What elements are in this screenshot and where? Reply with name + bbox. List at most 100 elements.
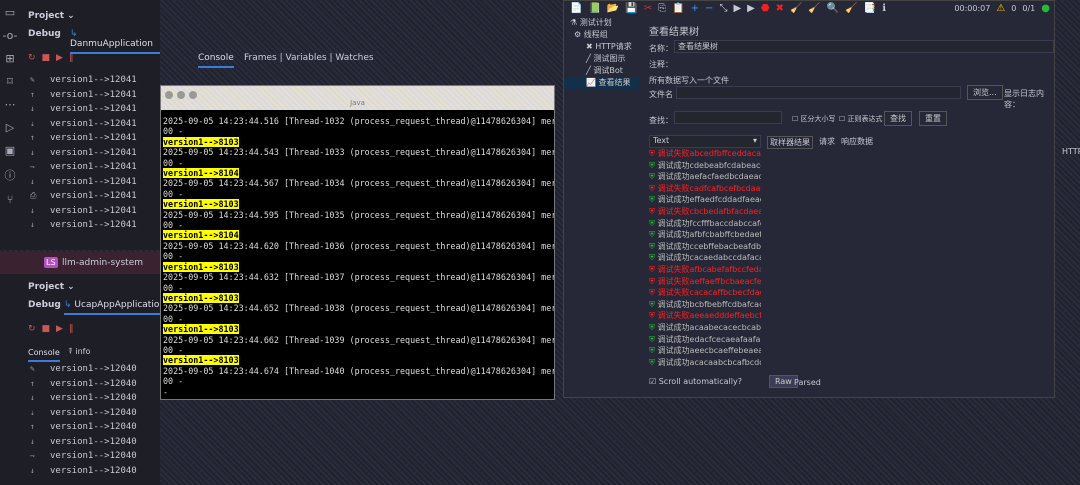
new-icon[interactable]: 📄: [570, 3, 582, 14]
stop-icon[interactable]: ⬣: [761, 3, 770, 14]
result-item[interactable]: ⛨ 调试成功aefacfaedbcdaeadbe: [649, 171, 761, 183]
clear-all-icon[interactable]: 🧹: [808, 3, 820, 14]
cut-icon[interactable]: ✂: [644, 3, 652, 14]
paste-icon[interactable]: 📋: [672, 3, 684, 14]
result-item[interactable]: ⛨ 调试失败cacacaffbcbecfdacdb: [649, 287, 761, 299]
regex-checkbox[interactable]: ☐ 正则表达式: [839, 114, 883, 124]
success-shield-icon: ⛨: [649, 172, 658, 182]
folder-icon[interactable]: ▭: [5, 6, 15, 19]
tab-frames-variables-watches[interactable]: Frames | Variables | Watches: [244, 53, 374, 63]
console-line: ↓ version1-->12041: [0, 102, 160, 117]
checkbox-label: Scroll automatically?: [658, 377, 742, 386]
tab-danmu-application[interactable]: ↳ DanmuApplication: [70, 29, 160, 54]
line-text: version1-->12041: [50, 118, 137, 129]
debug-toolbar[interactable]: ↻■▶‖: [28, 324, 79, 334]
failure-shield-icon: ⛨: [649, 264, 658, 274]
search-field[interactable]: [674, 111, 782, 124]
structure-icon[interactable]: ⊞: [5, 52, 14, 65]
result-item[interactable]: ⛨ 调试成功acacaabcbcafbcdcdcd: [649, 357, 761, 369]
reset-button[interactable]: 重置: [919, 111, 947, 126]
result-item[interactable]: ⛨ 调试失败cadfcafbcefbcdaacef: [649, 183, 761, 195]
result-tab[interactable]: 取样器结果: [767, 136, 813, 149]
renderer-select[interactable]: Text ▾: [649, 135, 761, 148]
result-item[interactable]: ⛨ 调试失败aeffaeffbcbaeacfecae: [649, 276, 761, 288]
log-line: 2025-09-05 14:23:44.662 [Thread-1039 (pr…: [163, 334, 554, 345]
version-highlight: version1-->8104: [163, 168, 239, 179]
version-highlight: version1-->8103: [163, 261, 239, 272]
failure-shield-icon: ⛨: [649, 149, 658, 158]
expand-icon[interactable]: +: [691, 3, 699, 14]
name-field[interactable]: 查看结果树: [674, 40, 1054, 53]
result-item[interactable]: ⛨ 调试成功cdebeabfcdabeacdce: [649, 160, 761, 172]
result-item[interactable]: ⛨ 调试成功bcbfbebffcdbafcacab: [649, 299, 761, 311]
start-icon[interactable]: ▶: [733, 3, 741, 14]
reset-search-icon[interactable]: 🧹: [845, 3, 857, 14]
clear-icon[interactable]: 🧹: [790, 3, 802, 14]
case-sensitive-checkbox[interactable]: ☐ 区分大小写: [792, 114, 836, 124]
run-config-icon: ↳: [64, 300, 75, 310]
line-text: version1-->12041: [50, 133, 137, 143]
function-helper-icon[interactable]: 📑: [864, 3, 876, 14]
result-item[interactable]: ⛨ 调试失败afbcabefafbccfedacae: [649, 264, 761, 276]
tree-node[interactable]: 📈 查看结果: [564, 77, 639, 89]
result-item[interactable]: ⛨ 调试成功acaabecacecbcabcae: [649, 322, 761, 334]
run-config-icon: ↳: [70, 29, 78, 39]
result-item[interactable]: ⛨ 调试成功ccebffebacbeafdbccaf: [649, 241, 761, 253]
scroll-automatically-checkbox[interactable]: ☑ Scroll automatically?: [649, 377, 742, 386]
result-item[interactable]: ⛨ 调试成功effaedfcddadfaeaefc: [649, 194, 761, 206]
save-icon[interactable]: 💾: [625, 3, 637, 14]
project-switcher[interactable]: llm-admin-system: [62, 258, 143, 268]
tree-node[interactable]: ⚗ 测试计划: [564, 17, 639, 29]
parsed-tab[interactable]: Parsed: [794, 378, 821, 387]
console-output: 2025-09-05 14:23:44.516 [Thread-1032 (pr…: [161, 110, 554, 403]
result-item[interactable]: ⛨ 调试失败abcedfbffceddacad: [649, 148, 761, 160]
result-item[interactable]: ⛨ 调试成功cacaedabccdafacacfe: [649, 252, 761, 264]
log-line: 2025-09-05 14:23:44.543 [Thread-1033 (pr…: [163, 147, 554, 158]
test-plan-tree: ⚗ 测试计划 ⚙ 线程组 ✖ HTTP请求 ╱ 测试图示 ╱ 调试Bot 📈 查看结果: [564, 17, 639, 89]
open-icon[interactable]: 📂: [607, 3, 619, 14]
result-item[interactable]: ⛨ 调试成功edacfcecaeafaafaaafc: [649, 334, 761, 346]
zoom-button[interactable]: [189, 91, 197, 99]
search-icon[interactable]: 🔍: [827, 3, 839, 14]
project-menu[interactable]: Project ⌄: [28, 282, 75, 292]
close-button[interactable]: [165, 91, 173, 99]
collapse-icon[interactable]: −: [705, 3, 713, 14]
elapsed-timer: 00:00:07: [954, 3, 991, 13]
result-label: 调试成功bcbfbebffcdbafcacab: [657, 299, 761, 309]
result-item[interactable]: ⛨ 调试成功aeecbcaeffebeaeadcf: [649, 345, 761, 357]
start-no-pause-icon[interactable]: ▶: [747, 3, 755, 14]
browse-button[interactable]: 浏览...: [967, 85, 1003, 100]
result-item[interactable]: ⛨ 调试成功fccfffbaccdabccafca: [649, 218, 761, 230]
tree-node[interactable]: ✖ HTTP请求: [564, 41, 639, 53]
tree-node[interactable]: ╱ 测试图示: [564, 53, 639, 65]
shutdown-icon[interactable]: ✖: [776, 3, 784, 14]
tab-console[interactable]: Console: [28, 348, 60, 362]
line-text: version1-->12040: [50, 422, 137, 432]
toggle-icon[interactable]: ⤡: [719, 3, 727, 14]
result-label: 调试失败abcedfbffceddacad: [657, 149, 761, 158]
help-icon[interactable]: ℹ: [882, 3, 886, 14]
search-button[interactable]: 查找: [884, 111, 912, 126]
copy-icon[interactable]: ⎘: [658, 3, 666, 14]
templates-icon[interactable]: 📗: [588, 3, 600, 14]
project-menu[interactable]: Project ⌄: [28, 11, 75, 21]
warning-icon[interactable]: ⚠: [996, 3, 1005, 14]
commit-icon[interactable]: -o-: [2, 29, 17, 42]
result-item[interactable]: ⛨ 调试失败aeeaedddeffaebcfedae: [649, 310, 761, 322]
success-shield-icon: ⛨: [649, 357, 658, 367]
tab-info[interactable]: ⍒ info: [68, 347, 90, 357]
tree-node[interactable]: ⚙ 线程组: [564, 29, 639, 41]
tree-node[interactable]: ╱ 调试Bot: [564, 65, 639, 77]
result-tab[interactable]: 请求: [819, 136, 835, 149]
debug-toolbar[interactable]: ↻■▶‖: [28, 53, 79, 63]
result-item[interactable]: ⛨ 调试成功afbfcbabffcbedaefbfe: [649, 229, 761, 241]
minimize-button[interactable]: [177, 91, 185, 99]
log-line: 2025-09-05 14:23:44.620 [Thread-1036 (pr…: [163, 240, 554, 251]
top-console-output: ✎ version1-->12041 ↑ version1-->12041 ↓ versi…: [0, 73, 160, 233]
result-tab[interactable]: 响应数据: [841, 136, 873, 149]
results-list: ⛨ 调试失败abcedfbffceddacad ⛨ 调试成功cdebeabfcda…: [649, 148, 761, 368]
tab-ucap-app-application[interactable]: ↳ UcapAppApplication: [64, 300, 160, 315]
filename-field[interactable]: [676, 86, 961, 99]
result-item[interactable]: ⛨ 调试失败cbcbedafbfacdaeadce: [649, 206, 761, 218]
tab-console[interactable]: Console: [198, 53, 234, 68]
